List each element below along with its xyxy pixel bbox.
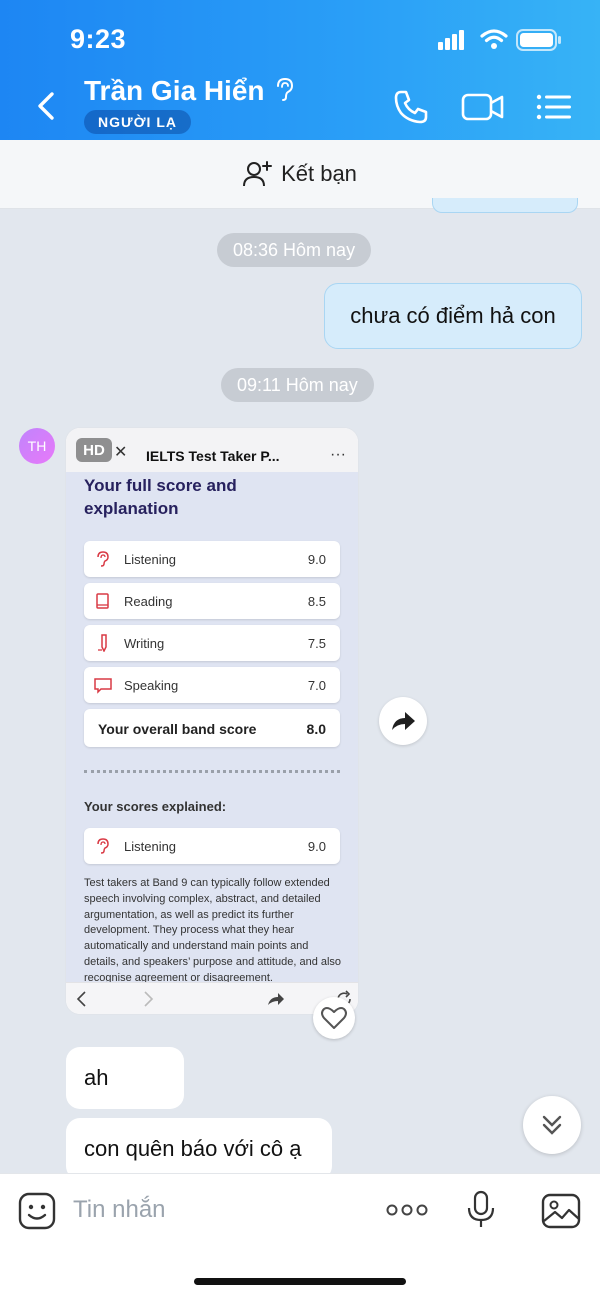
message-input[interactable]: Tin nhắn	[73, 1196, 166, 1224]
add-friend-icon	[243, 161, 273, 187]
home-indicator	[194, 1278, 406, 1285]
browser-forward-icon	[144, 991, 154, 1007]
more-dots-icon: ···	[330, 446, 346, 463]
ear-icon	[97, 551, 109, 567]
score-heading: Your full score and explanation	[84, 476, 237, 518]
browser-share-icon	[268, 993, 284, 1005]
speech-bubble-icon	[94, 678, 112, 694]
hd-badge: HD	[76, 438, 112, 462]
close-icon: ✕	[114, 444, 128, 461]
band-description: Test takers at Band 9 can typically foll…	[84, 877, 342, 982]
status-time: 9:23	[70, 24, 127, 54]
message-input-bar: Tin nhắn	[0, 1173, 600, 1300]
score-row-listening: Listening 9.0	[84, 541, 340, 577]
avatar[interactable]: TH	[19, 428, 55, 464]
screenshot-browser-bar: HD ✕ IELTS Test Taker P... ···	[66, 428, 358, 472]
heart-reaction-icon[interactable]	[313, 997, 355, 1039]
previous-message-bubble	[432, 198, 578, 213]
ear-icon	[97, 838, 109, 854]
outgoing-message[interactable]: chưa có điểm hả con	[324, 283, 582, 349]
back-chevron-icon[interactable]	[30, 80, 70, 132]
hearing-icon	[277, 77, 294, 101]
book-icon	[96, 593, 109, 609]
wifi-icon	[480, 29, 508, 49]
overall-score-row: Your overall band score 8.0	[84, 709, 340, 747]
explained-listening-row: Listening 9.0	[84, 828, 340, 864]
incoming-message[interactable]: ah	[66, 1047, 184, 1109]
add-friend-label: Kết bạn	[281, 161, 357, 186]
chat-header: 9:23 Trần Gia Hiển NGƯỜI LẠ	[0, 0, 600, 140]
timestamp-pill: 09:11 Hôm nay	[221, 368, 374, 402]
contact-name[interactable]: Trần Gia Hiển	[84, 75, 296, 107]
score-row-speaking: Speaking 7.0	[84, 667, 340, 703]
stranger-badge: NGƯỜI LẠ	[84, 110, 191, 134]
score-row-writing: Writing 7.5	[84, 625, 340, 661]
sticker-icon[interactable]	[18, 1192, 56, 1230]
dotted-divider	[84, 770, 340, 773]
browser-back-icon	[76, 991, 86, 1007]
more-options-icon[interactable]	[384, 1198, 430, 1222]
microphone-icon[interactable]	[466, 1190, 496, 1230]
browser-title: IELTS Test Taker P...	[146, 448, 280, 464]
explained-heading: Your scores explained:	[84, 799, 227, 814]
signal-icon	[438, 30, 464, 50]
screenshot-content: Your full score and explanation Listenin…	[66, 472, 358, 982]
timestamp-pill: 08:36 Hôm nay	[217, 233, 372, 267]
video-call-icon[interactable]	[460, 88, 506, 126]
battery-icon	[516, 29, 561, 51]
forward-share-icon[interactable]	[379, 697, 427, 745]
score-row-reading: Reading 8.5	[84, 583, 340, 619]
image-gallery-icon[interactable]	[541, 1192, 581, 1230]
image-message[interactable]: HD ✕ IELTS Test Taker P... ··· Your full…	[66, 428, 358, 1014]
pen-icon	[98, 634, 107, 652]
incoming-message[interactable]: con quên báo với cô ạ	[66, 1118, 332, 1180]
scroll-down-chevrons-icon[interactable]	[523, 1096, 581, 1154]
menu-list-icon[interactable]	[534, 88, 574, 126]
phone-call-icon[interactable]	[392, 88, 430, 126]
